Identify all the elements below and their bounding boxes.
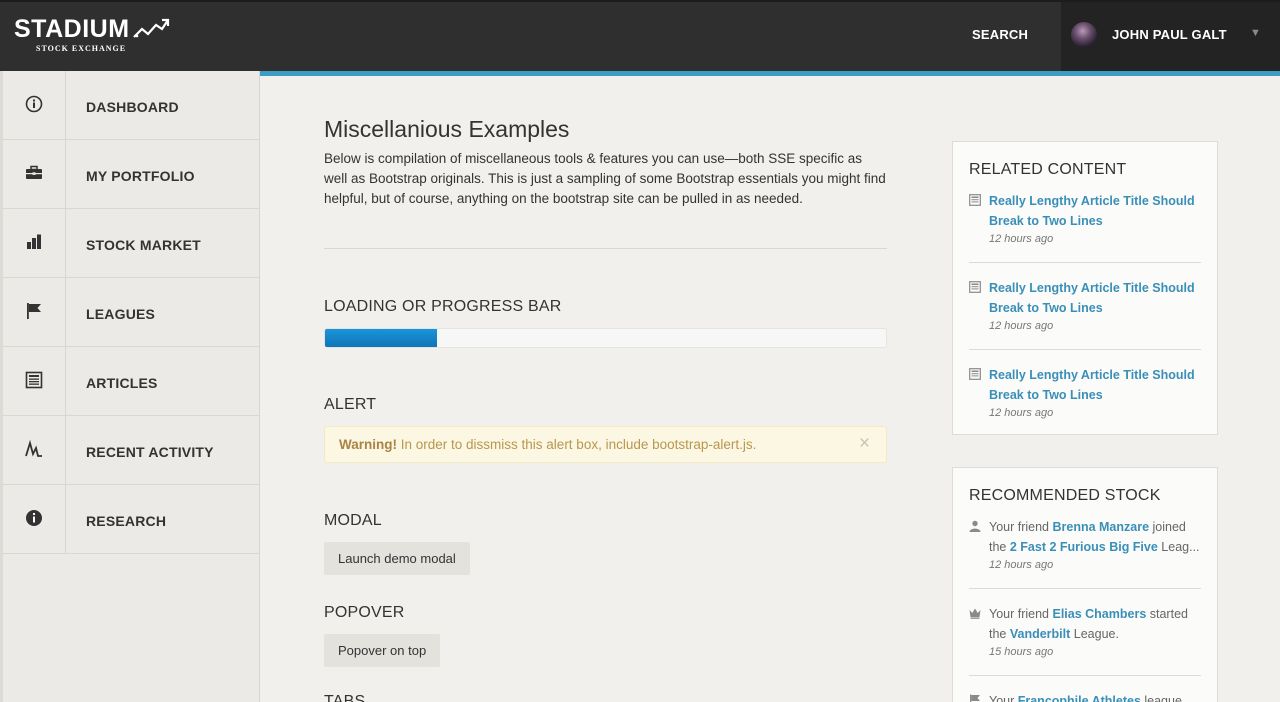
popover-button[interactable]: Popover on top	[324, 634, 441, 667]
sidebar-item-my-portfolio[interactable]: MY PORTFOLIO	[3, 140, 259, 209]
user-name[interactable]: JOHN PAUL GALT	[1112, 27, 1227, 42]
newspaper-icon	[969, 194, 981, 206]
sidebar-item-research[interactable]: RESEARCH	[3, 485, 259, 554]
related-content-panel: RELATED CONTENT Really Lengthy Article T…	[952, 141, 1218, 435]
list-item: Really Lengthy Article Title Should Brea…	[969, 365, 1201, 425]
sidebar-item-label: STOCK MARKET	[86, 237, 201, 253]
flag-icon	[27, 303, 41, 319]
article-link[interactable]: Really Lengthy Article Title Should Brea…	[989, 365, 1199, 405]
league-link[interactable]: Vanderbilt	[1010, 627, 1070, 641]
chevron-down-icon[interactable]: ▼	[1250, 27, 1261, 39]
sidebar-item-articles[interactable]: ARTICLES	[3, 347, 259, 416]
briefcase-icon	[26, 165, 42, 179]
crown-icon	[969, 608, 981, 619]
list-item: Your friend Brenna Manzare joined the 2 …	[969, 517, 1201, 577]
timestamp: 12 hours ago	[989, 407, 1054, 419]
sidebar-item-dashboard[interactable]: DASHBOARD	[3, 71, 259, 140]
activity-icon	[25, 440, 42, 457]
search-link[interactable]: SEARCH	[972, 27, 1028, 42]
timestamp: 12 hours ago	[989, 320, 1054, 332]
top-header: STADIUM STOCK EXCHANGE SEARCH JOHN PAUL …	[0, 0, 1280, 71]
sidebar-item-leagues[interactable]: LEAGUES	[3, 278, 259, 347]
panel-title: RECOMMENDED STOCK	[969, 487, 1161, 504]
timestamp: 12 hours ago	[989, 233, 1054, 245]
launch-modal-button[interactable]: Launch demo modal	[324, 542, 470, 575]
divider	[324, 248, 887, 249]
progress-fill	[325, 329, 438, 347]
sidebar-item-recent-activity[interactable]: RECENT ACTIVITY	[3, 416, 259, 485]
chart-trend-icon	[132, 18, 169, 38]
activity-text: Your friend Elias Chambers started the V…	[989, 607, 1188, 641]
timestamp: 12 hours ago	[989, 559, 1054, 571]
divider	[969, 349, 1201, 350]
divider	[969, 588, 1201, 589]
sidebar-item-label: DASHBOARD	[86, 99, 179, 115]
newspaper-icon	[969, 281, 981, 293]
flag-icon	[970, 694, 980, 702]
bar-chart-icon	[27, 234, 41, 249]
league-link[interactable]: Francophile Athletes	[1018, 694, 1141, 702]
alert-strong: Warning!	[339, 437, 397, 452]
sidebar-item-label: RECENT ACTIVITY	[86, 444, 214, 460]
divider	[969, 675, 1201, 676]
info-filled-icon	[26, 510, 42, 526]
alert-section-title: ALERT	[324, 396, 377, 413]
activity-text: Your Francophile Athletes league has	[989, 691, 1203, 702]
friend-link[interactable]: Elias Chambers	[1052, 607, 1146, 621]
close-icon[interactable]: ×	[859, 434, 870, 453]
tabs-section-title: TABS	[324, 693, 366, 702]
sidebar-item-label: RESEARCH	[86, 513, 167, 529]
progress-bar	[324, 328, 887, 348]
article-link[interactable]: Really Lengthy Article Title Should Brea…	[989, 278, 1199, 318]
user-menu[interactable]: JOHN PAUL GALT ▼	[1061, 2, 1280, 71]
accent-bar	[259, 71, 1280, 76]
progress-section-title: LOADING OR PROGRESS BAR	[324, 298, 562, 315]
modal-section-title: MODAL	[324, 512, 382, 529]
sidebar-item-label: ARTICLES	[86, 375, 158, 391]
avatar[interactable]	[1071, 22, 1097, 48]
timestamp: 15 hours ago	[989, 646, 1054, 658]
friend-link[interactable]: Brenna Manzare	[1052, 520, 1149, 534]
info-circle-icon	[25, 95, 43, 113]
logo-subtext: STOCK EXCHANGE	[36, 44, 127, 53]
popover-section-title: POPOVER	[324, 604, 405, 621]
activity-text: Your friend Brenna Manzare joined the 2 …	[989, 520, 1200, 554]
newspaper-icon	[969, 368, 981, 380]
logo[interactable]: STADIUM STOCK EXCHANGE	[14, 16, 170, 53]
list-item: Really Lengthy Article Title Should Brea…	[969, 191, 1201, 251]
user-icon	[969, 520, 981, 532]
list-item: Your Francophile Athletes league has	[969, 691, 1201, 702]
logo-text: STADIUM	[14, 15, 130, 43]
alert-message: Warning! In order to dissmiss this alert…	[339, 437, 756, 452]
list-item: Really Lengthy Article Title Should Brea…	[969, 278, 1201, 338]
sidebar-item-label: MY PORTFOLIO	[86, 168, 195, 184]
divider	[969, 262, 1201, 263]
league-link[interactable]: 2 Fast 2 Furious Big Five	[1010, 540, 1158, 554]
sidebar-item-stock-market[interactable]: STOCK MARKET	[3, 209, 259, 278]
panel-title: RELATED CONTENT	[969, 161, 1127, 178]
page-title: Miscellanious Examples	[324, 116, 570, 142]
sidebar-item-label: LEAGUES	[86, 306, 156, 322]
article-link[interactable]: Really Lengthy Article Title Should Brea…	[989, 191, 1199, 231]
warning-alert: Warning! In order to dissmiss this alert…	[324, 426, 887, 463]
newspaper-icon	[25, 371, 43, 389]
intro-text: Below is compilation of miscellaneous to…	[324, 151, 886, 206]
alert-body: In order to dissmiss this alert box, inc…	[397, 437, 757, 452]
recommended-stock-panel: RECOMMENDED STOCK Your friend Brenna Man…	[952, 467, 1218, 702]
sidebar: DASHBOARD MY PORTFOLIO STOCK MARKET LEAG…	[0, 71, 260, 702]
list-item: Your friend Elias Chambers started the V…	[969, 604, 1201, 664]
